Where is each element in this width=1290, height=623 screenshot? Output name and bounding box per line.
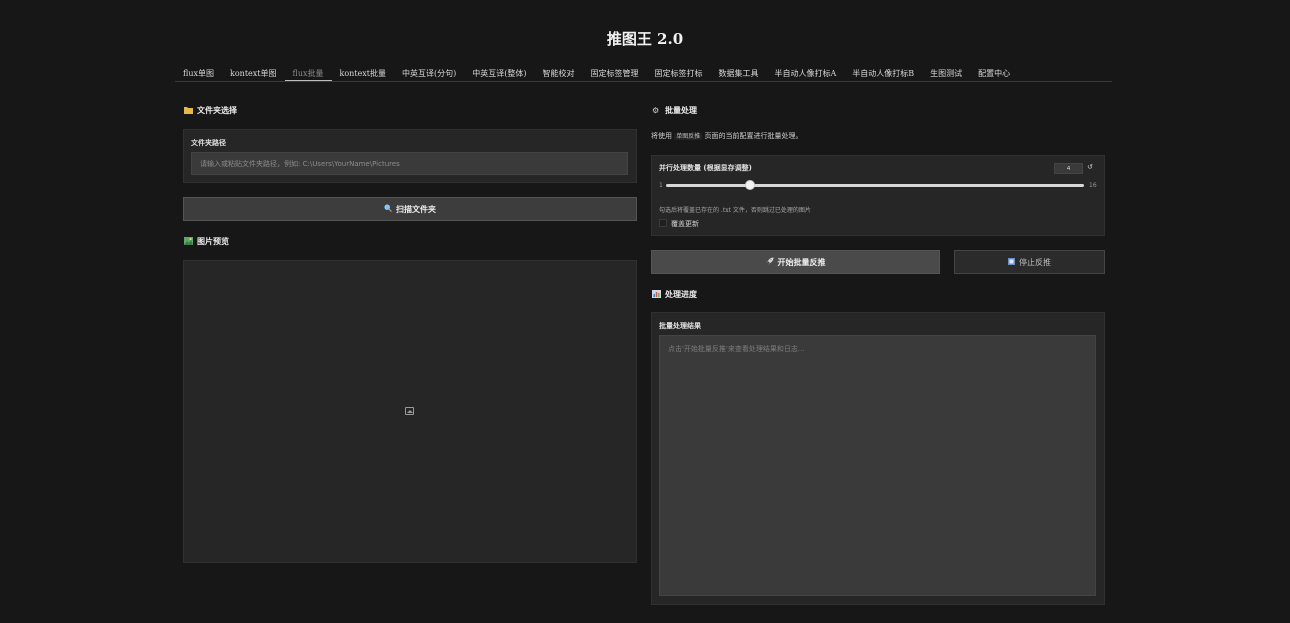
overwrite-checkbox[interactable] — [659, 219, 667, 227]
picture-icon — [184, 237, 193, 246]
tab-8[interactable]: 固定标签打标 — [647, 66, 711, 81]
batch-description-suffix: 页面的当前配置进行批量处理。 — [704, 132, 803, 140]
folder-path-input[interactable] — [191, 152, 628, 175]
progress-section-title: 处理进度 — [652, 289, 697, 300]
tab-2[interactable]: flux批量 — [284, 66, 332, 81]
image-placeholder-icon — [405, 407, 414, 415]
overwrite-hint: 勾选后将覆盖已存在的 .txt 文件，否则跳过已处理的图片 — [659, 207, 811, 214]
tab-12[interactable]: 生图测试 — [922, 66, 970, 81]
slider-max-label: 16 — [1089, 182, 1097, 189]
batch-result-textarea[interactable] — [659, 335, 1096, 596]
folder-section-title-text: 文件夹选择 — [197, 106, 237, 115]
rocket-icon — [766, 257, 774, 267]
concurrency-number-input[interactable] — [1054, 163, 1083, 174]
preview-section-title: 图片预览 — [184, 236, 229, 247]
tab-1[interactable]: kontext单图 — [222, 66, 285, 81]
tab-9[interactable]: 数据集工具 — [711, 66, 767, 81]
folder-path-label: 文件夹路径 — [191, 139, 226, 147]
start-batch-button-label: 开始批量反推 — [777, 257, 826, 267]
page-title: 推图王 2.0 — [606, 30, 684, 48]
batch-section-title: ⚙ 批量处理 — [652, 105, 697, 116]
overwrite-label[interactable]: 覆盖更新 — [671, 219, 699, 229]
magnifier-icon — [384, 204, 392, 214]
tab-13[interactable]: 配置中心 — [970, 66, 1018, 81]
preview-section-title-text: 图片预览 — [197, 237, 229, 246]
tab-6[interactable]: 智能校对 — [535, 66, 583, 81]
concurrency-label: 并行处理数量 (根据显存调整) — [659, 164, 752, 172]
tab-11[interactable]: 半自动人像打标B — [844, 66, 922, 81]
slider-min-label: 1 — [659, 182, 663, 189]
result-label: 批量处理结果 — [659, 322, 701, 330]
batch-description-code: 单图反推 — [674, 133, 703, 140]
tab-4[interactable]: 中英互译(分句) — [394, 66, 464, 81]
concurrency-slider-track[interactable] — [666, 184, 1084, 187]
folder-section-title: 文件夹选择 — [184, 105, 237, 116]
bar-chart-icon — [652, 290, 661, 299]
tab-7[interactable]: 固定标签管理 — [583, 66, 647, 81]
tab-3[interactable]: kontext批量 — [332, 66, 395, 81]
stop-icon — [1008, 257, 1015, 267]
batch-description-prefix: 将使用 — [651, 132, 672, 140]
scan-folder-button[interactable]: 扫描文件夹 — [183, 197, 637, 221]
stop-button[interactable]: 停止反推 — [954, 250, 1105, 274]
reset-icon[interactable]: ↺ — [1087, 163, 1093, 171]
concurrency-slider-thumb[interactable] — [744, 180, 755, 190]
batch-description: 将使用 单图反推 页面的当前配置进行批量处理。 — [651, 131, 802, 141]
tab-bar: flux单图 kontext单图 flux批量 kontext批量 中英互译(分句) 中英… — [175, 66, 1112, 82]
tab-10[interactable]: 半自动人像打标A — [767, 66, 845, 81]
progress-section-title-text: 处理进度 — [665, 290, 697, 299]
app-window: 推图王 2.0 flux单图 kontext单图 flux批量 kontext批量 中英… — [0, 0, 1290, 623]
stop-button-label: 停止反推 — [1019, 257, 1051, 267]
tab-5[interactable]: 中英互译(整体) — [464, 66, 534, 81]
tab-0[interactable]: flux单图 — [175, 66, 222, 81]
batch-section-title-text: 批量处理 — [665, 106, 697, 115]
gear-icon: ⚙ — [652, 106, 660, 115]
folder-icon — [184, 106, 193, 115]
start-batch-button[interactable]: 开始批量反推 — [651, 250, 940, 274]
scan-folder-button-label: 扫描文件夹 — [396, 204, 436, 214]
